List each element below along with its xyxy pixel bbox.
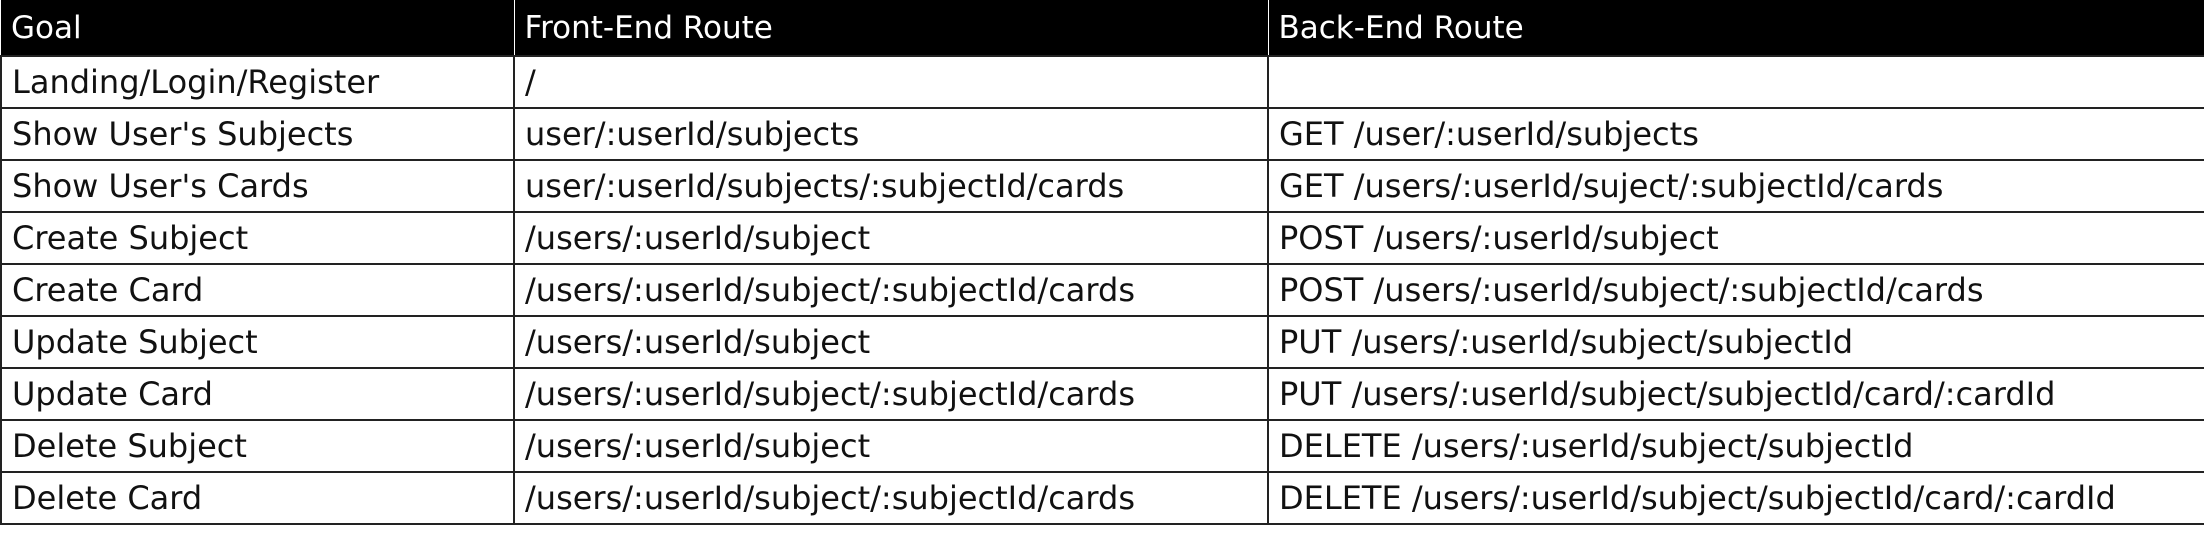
back-end-route-cell: GET /users/:userId/suject/:subjectId/car… [1267,159,2204,213]
table-row: Landing/Login/Register / [0,55,2204,109]
table-row: Create Subject /users/:userId/subject PO… [0,211,2204,265]
table-row: Show User's Subjects user/:userId/subjec… [0,107,2204,161]
table-header: Goal Front-End Route Back-End Route [1,0,2204,56]
back-end-route-cell: PUT /users/:userId/subject/subjectId [1267,315,2204,369]
goal-cell: Create Subject [0,211,515,265]
back-end-route-cell: DELETE /users/:userId/subject/subjectId [1267,419,2204,473]
back-end-route-cell: GET /user/:userId/subjects [1267,107,2204,161]
table-row: Create Card /users/:userId/subject/:subj… [0,263,2204,317]
table-row: Delete Subject /users/:userId/subject DE… [0,419,2204,473]
back-end-route-cell: POST /users/:userId/subject/:subjectId/c… [1267,263,2204,317]
goal-cell: Update Card [0,367,515,421]
goal-cell: Delete Subject [0,419,515,473]
back-end-route-cell [1267,55,2204,109]
back-end-route-cell: POST /users/:userId/subject [1267,211,2204,265]
table-row: Update Subject /users/:userId/subject PU… [0,315,2204,369]
front-end-route-cell: /users/:userId/subject/:subjectId/cards [513,471,1269,525]
header-goal: Goal [1,0,515,56]
header-back-end-route: Back-End Route [1268,0,2204,56]
front-end-route-cell: /users/:userId/subject [513,211,1269,265]
back-end-route-cell: DELETE /users/:userId/subject/subjectId/… [1267,471,2204,525]
table-body: Landing/Login/Register / Show User's Sub… [0,55,2204,525]
goal-cell: Landing/Login/Register [0,55,515,109]
front-end-route-cell: user/:userId/subjects [513,107,1269,161]
table-row: Delete Card /users/:userId/subject/:subj… [0,471,2204,525]
back-end-route-cell: PUT /users/:userId/subject/subjectId/car… [1267,367,2204,421]
front-end-route-cell: /users/:userId/subject [513,419,1269,473]
routes-table: Goal Front-End Route Back-End Route Land… [0,0,2204,525]
front-end-route-cell: user/:userId/subjects/:subjectId/cards [513,159,1269,213]
header-row: Goal Front-End Route Back-End Route [1,0,2204,56]
goal-cell: Delete Card [0,471,515,525]
goal-cell: Create Card [0,263,515,317]
goal-cell: Update Subject [0,315,515,369]
front-end-route-cell: /users/:userId/subject/:subjectId/cards [513,263,1269,317]
front-end-route-cell: /users/:userId/subject/:subjectId/cards [513,367,1269,421]
front-end-route-cell: /users/:userId/subject [513,315,1269,369]
header-front-end-route: Front-End Route [514,0,1269,56]
goal-cell: Show User's Cards [0,159,515,213]
front-end-route-cell: / [513,55,1269,109]
goal-cell: Show User's Subjects [0,107,515,161]
table-row: Show User's Cards user/:userId/subjects/… [0,159,2204,213]
table-row: Update Card /users/:userId/subject/:subj… [0,367,2204,421]
